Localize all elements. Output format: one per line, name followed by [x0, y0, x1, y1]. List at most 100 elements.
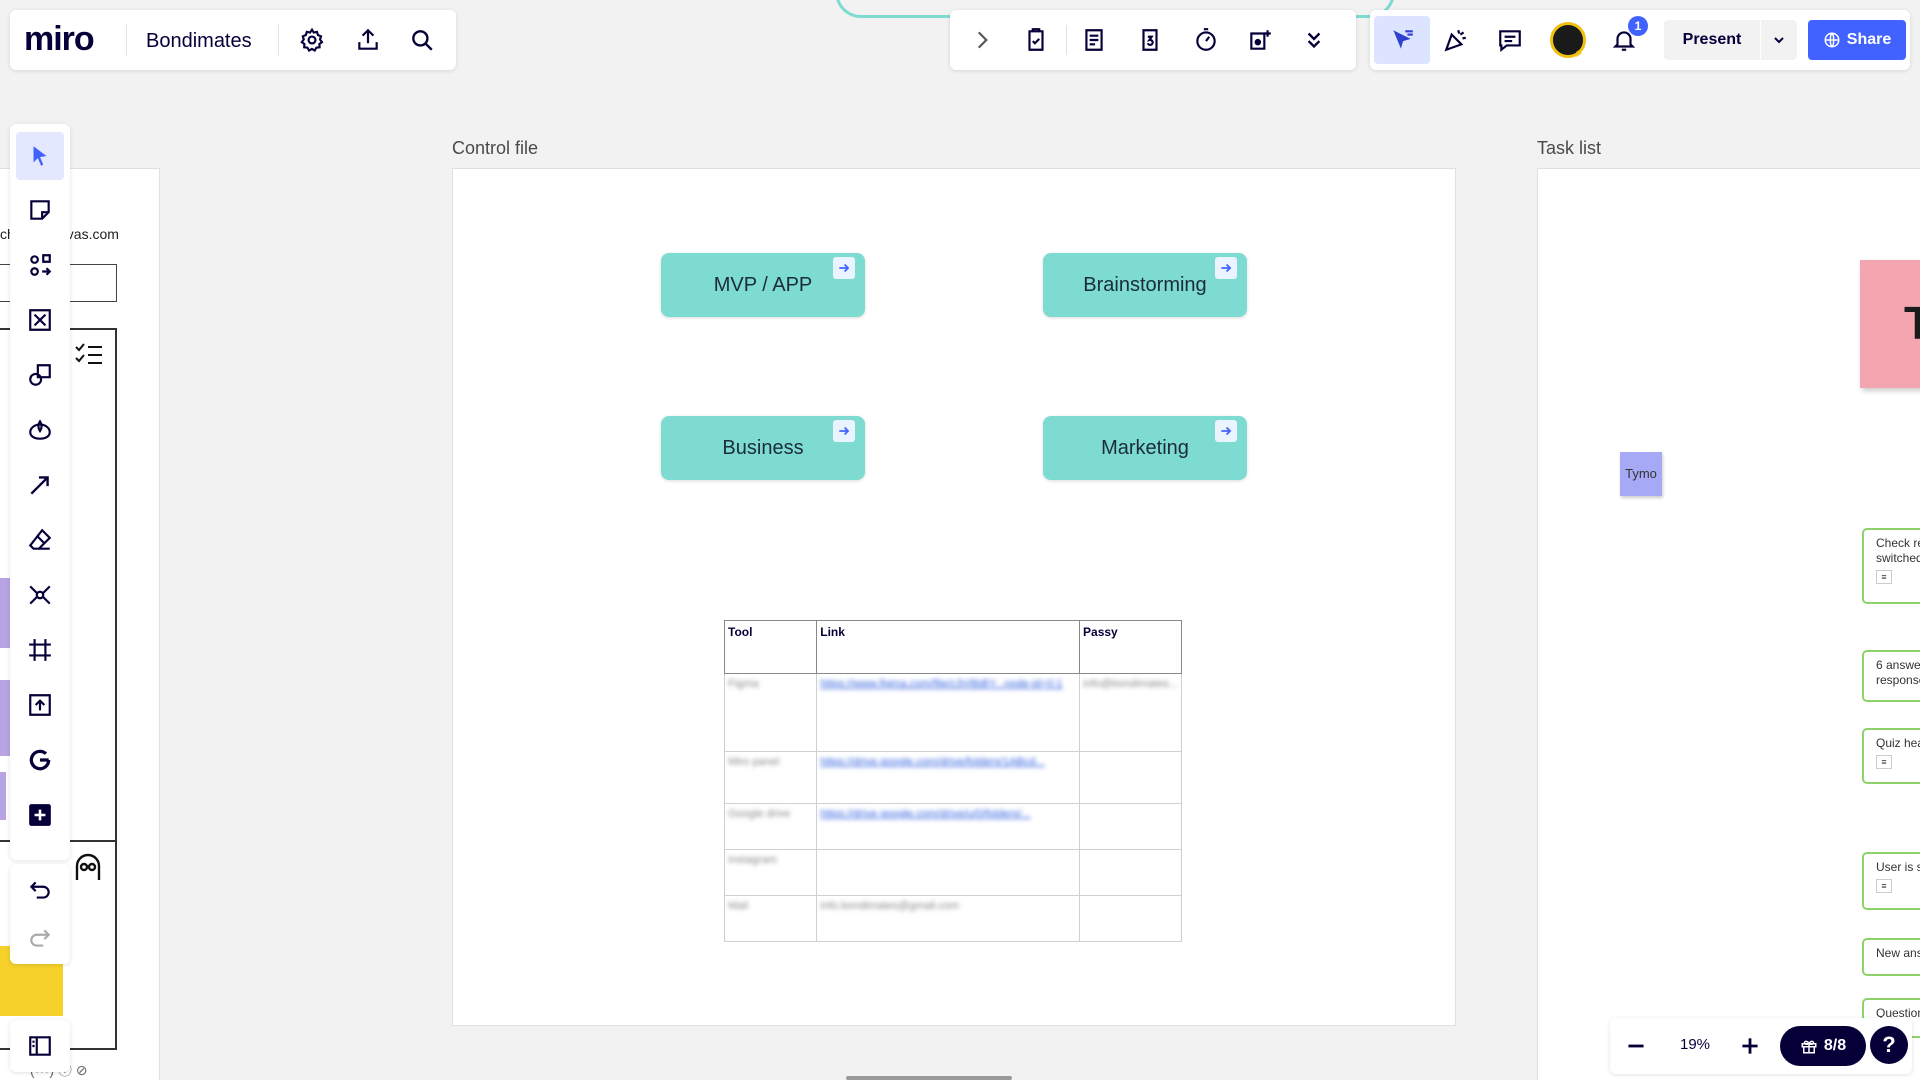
card-mvp-app[interactable]: MVP / APP: [661, 253, 865, 317]
card-label: Brainstorming: [1083, 273, 1207, 296]
diagram-tool[interactable]: [20, 245, 60, 285]
search-button[interactable]: [402, 20, 442, 60]
table-row: Instagram: [723, 849, 1182, 896]
rewards-button[interactable]: 8/8: [1780, 1026, 1866, 1066]
task-card[interactable]: Check re switched ≡: [1862, 528, 1920, 604]
board-tasks-button[interactable]: [1016, 20, 1056, 60]
voting-button[interactable]: [1130, 20, 1170, 60]
card-brainstorming[interactable]: Brainstorming: [1043, 253, 1247, 317]
notification-badge: 1: [1628, 16, 1648, 36]
horizontal-scrollbar[interactable]: [846, 1076, 1012, 1080]
zoom-level[interactable]: 19%: [1670, 1036, 1720, 1053]
sticky-note-icon: [30, 200, 50, 220]
sticky-purple-partial[interactable]: [0, 680, 10, 756]
undo-icon: [29, 881, 50, 899]
reactions-button[interactable]: [1436, 20, 1476, 60]
frame-tool[interactable]: [20, 630, 60, 670]
board-panel-toggle[interactable]: [20, 1026, 60, 1066]
sticky-purple-partial[interactable]: [0, 578, 10, 648]
board-header-panel: miro Bondimates: [10, 10, 456, 70]
sticky-note-pink[interactable]: T: [1860, 260, 1920, 388]
table-cell: Miro panel: [723, 751, 818, 804]
zoom-in-button[interactable]: [1730, 1026, 1770, 1066]
upload-tool[interactable]: [20, 685, 60, 725]
help-button[interactable]: ?: [1870, 1026, 1908, 1064]
shapes-tool[interactable]: [20, 355, 60, 395]
task-card[interactable]: New ansv: [1862, 938, 1920, 976]
upload-box-icon: [29, 694, 51, 716]
frame-label-task-list[interactable]: Task list: [1537, 138, 1601, 159]
table-cell: Mail: [723, 895, 818, 942]
frame-templates-tool[interactable]: [20, 300, 60, 340]
zoom-out-button[interactable]: [1616, 1026, 1656, 1066]
task-card[interactable]: 6 answer response: [1862, 650, 1920, 702]
redo-button[interactable]: [20, 918, 60, 958]
zoom-panel: 19%: [1610, 1018, 1912, 1074]
task-text: Quiz hea: [1876, 736, 1920, 750]
share-button[interactable]: Share: [1808, 20, 1906, 60]
board-name[interactable]: Bondimates: [146, 30, 252, 53]
ai-tool[interactable]: [20, 410, 60, 450]
export-button[interactable]: [348, 20, 388, 60]
table-cell: info.bondimates@gmail.com: [816, 895, 1081, 942]
divider: [1066, 25, 1067, 55]
party-popper-icon: [1444, 29, 1466, 52]
connection-line-tool[interactable]: [20, 465, 60, 505]
share-label: Share: [1846, 31, 1892, 48]
comments-button[interactable]: [1490, 20, 1530, 60]
gear-icon: [300, 27, 324, 52]
card-marketing[interactable]: Marketing: [1043, 416, 1247, 480]
card-plus-icon: [1250, 30, 1271, 50]
link-arrow-icon[interactable]: [1215, 420, 1237, 442]
redo-icon: [30, 929, 51, 947]
collaboration-panel: ⚡ 1 Present Share: [1370, 10, 1910, 70]
mind-map-icon: [29, 585, 51, 605]
divider: [126, 24, 127, 56]
more-tools-button[interactable]: [1294, 20, 1334, 60]
mind-map-tool[interactable]: [20, 575, 60, 615]
minus-icon: [1628, 1044, 1644, 1048]
sticky-note-tool[interactable]: [20, 190, 60, 230]
frame-label-control-file[interactable]: Control file: [452, 138, 538, 159]
collaborator-cursors-button[interactable]: [1374, 16, 1430, 64]
table-header-row: Tool Link Passy: [723, 620, 1182, 674]
table-cell-link[interactable]: https://drive.google.com/drive/folders/1…: [816, 751, 1081, 804]
left-toolbar: [10, 124, 70, 860]
link-arrow-icon[interactable]: [833, 420, 855, 442]
more-apps-tool[interactable]: [20, 795, 60, 835]
tools-table[interactable]: Tool Link Passy Figma https://www.figma.…: [723, 620, 1182, 942]
table-row: Mail info.bondimates@gmail.com: [723, 895, 1182, 942]
eraser-icon: [28, 528, 52, 550]
timer-button[interactable]: [1186, 20, 1226, 60]
select-tool[interactable]: [16, 132, 64, 180]
sticky-note-purple[interactable]: Tymo: [1620, 452, 1662, 496]
collapse-tools-button[interactable]: [962, 20, 1002, 60]
google-app-tool[interactable]: [20, 740, 60, 780]
miro-logo[interactable]: miro: [24, 20, 95, 59]
cards-button[interactable]: [1240, 20, 1280, 60]
board-panel-toggle-container: [10, 1020, 70, 1072]
notes-button[interactable]: [1074, 20, 1114, 60]
shapes-connect-icon: [30, 254, 52, 276]
task-card[interactable]: Quiz hea ≡: [1862, 728, 1920, 784]
table-cell: Google drive: [723, 803, 818, 850]
globe-icon: [1824, 32, 1840, 48]
present-button[interactable]: Present: [1664, 20, 1760, 60]
table-cell-link[interactable]: https://drive.google.com/drive/u/0/folde…: [816, 803, 1081, 850]
gift-icon: [1801, 1040, 1817, 1054]
present-options-button[interactable]: [1761, 20, 1797, 60]
task-card[interactable]: User is st ≡: [1862, 852, 1920, 910]
card-label: Business: [722, 436, 804, 459]
sticky-purple-partial[interactable]: [0, 772, 6, 820]
undo-button[interactable]: [20, 870, 60, 910]
shapes-icon: [29, 364, 51, 386]
cursor-icon: [33, 146, 47, 166]
link-arrow-icon[interactable]: [833, 257, 855, 279]
table-cell-link[interactable]: https://www.figma.com/file/c3V8bBY...nod…: [816, 673, 1081, 752]
card-business[interactable]: Business: [661, 416, 865, 480]
frame-icon: [29, 639, 51, 661]
undo-redo-panel: [10, 864, 70, 964]
eraser-tool[interactable]: [20, 520, 60, 560]
link-arrow-icon[interactable]: [1215, 257, 1237, 279]
settings-button[interactable]: [292, 20, 332, 60]
